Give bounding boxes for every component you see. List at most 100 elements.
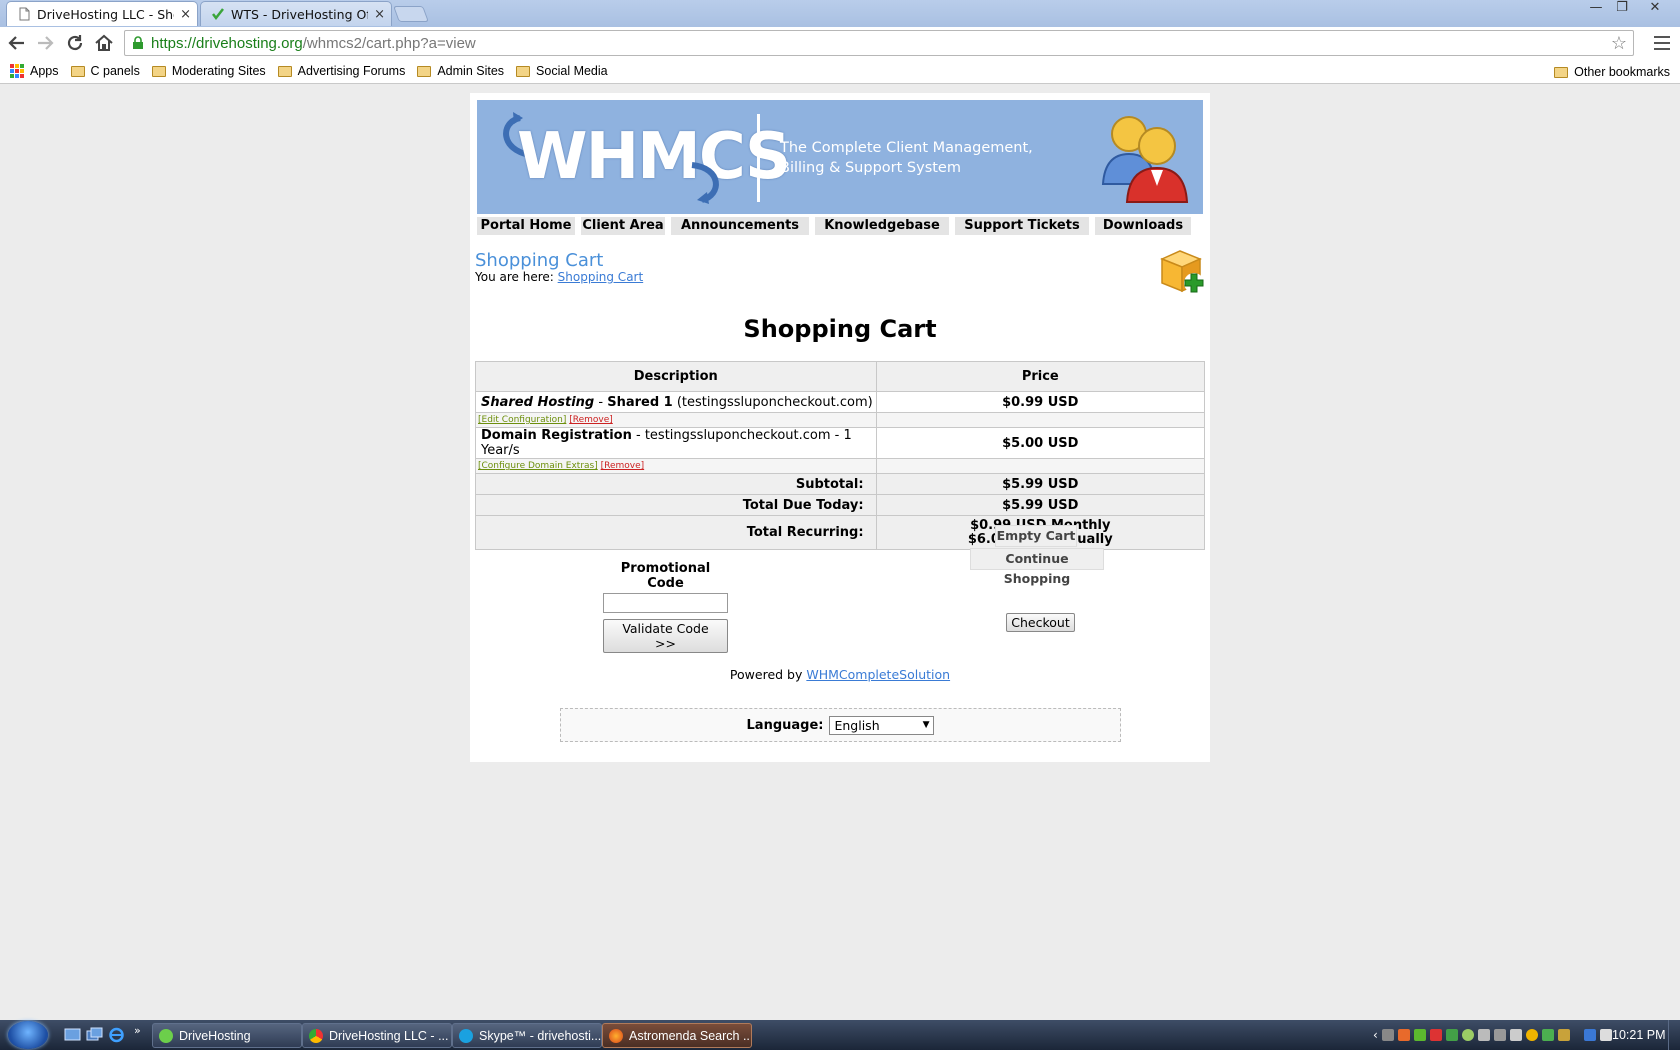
other-bookmarks[interactable]: Other bookmarks <box>1554 65 1670 79</box>
language-select[interactable]: English ▼ <box>829 715 935 735</box>
internet-explorer-icon[interactable] <box>108 1027 125 1043</box>
empty-cart-button[interactable]: Empty Cart <box>995 525 1077 547</box>
continue-shopping-button[interactable]: Continue Shopping <box>970 548 1104 586</box>
users-icon <box>1101 116 1189 203</box>
tagline-line-1: The Complete Client Management, <box>780 140 1033 156</box>
tab-drivehosting-cart[interactable]: DriveHosting LLC - Shopp × <box>6 1 198 26</box>
remove-item-link[interactable]: [Remove] <box>569 415 613 425</box>
nav-announcements[interactable]: Announcements <box>671 217 809 235</box>
tab-wts-drivehosting[interactable]: WTS - DriveHosting Offici × <box>200 1 392 26</box>
tray-icon[interactable] <box>1493 1029 1506 1041</box>
bookmark-label: C panels <box>90 64 140 78</box>
tray-icon[interactable] <box>1541 1029 1554 1041</box>
start-button[interactable] <box>8 1021 48 1049</box>
nav-downloads[interactable]: Downloads <box>1095 217 1191 235</box>
total-due-label: Total Due Today: <box>475 494 877 516</box>
restore-icon[interactable]: ❐ <box>1609 0 1635 18</box>
nav-client-area[interactable]: Client Area <box>581 217 665 235</box>
bookmark-folder-cpanels[interactable]: C panels <box>70 64 140 78</box>
item-name: Shared 1 <box>607 394 673 410</box>
nav-support-tickets[interactable]: Support Tickets <box>955 217 1089 235</box>
tray-icon[interactable] <box>1445 1029 1458 1041</box>
validate-code-button[interactable]: Validate Code >> <box>603 619 728 653</box>
bookmark-folder-advertising[interactable]: Advertising Forums <box>277 64 405 78</box>
bookmark-label: Apps <box>30 64 59 78</box>
bookmark-star-icon[interactable]: ☆ <box>1611 33 1627 54</box>
new-tab-button[interactable] <box>393 6 429 22</box>
taskbar-item-firefox[interactable]: Astromenda Search ... <box>602 1023 752 1048</box>
folder-icon <box>70 65 85 77</box>
bookmark-label: Social Media <box>536 64 608 78</box>
total-recurring-label: Total Recurring: <box>475 515 877 550</box>
tray-icon[interactable] <box>1509 1029 1522 1041</box>
cart-table: Description Price Shared Hosting - Share… <box>475 361 1206 550</box>
volume-icon[interactable] <box>1599 1029 1612 1041</box>
bookmark-folder-admin[interactable]: Admin Sites <box>417 64 504 78</box>
tray-icon[interactable] <box>1381 1029 1394 1041</box>
empty-cell <box>875 412 1206 428</box>
edit-configuration-link[interactable]: [Edit Configuration] <box>478 415 566 425</box>
swirl-arrow-icon <box>691 162 719 204</box>
main-navigation: Portal Home Client Area Announcements Kn… <box>477 217 1203 235</box>
tab-title: DriveHosting LLC - Shopp <box>37 6 174 22</box>
quicklaunch-overflow-icon[interactable]: » <box>134 1024 141 1037</box>
back-arrow-icon[interactable] <box>6 32 28 54</box>
home-icon[interactable] <box>93 32 115 54</box>
taskbar-item-chrome[interactable]: DriveHosting LLC - ... <box>302 1023 452 1048</box>
reload-icon[interactable] <box>64 32 86 54</box>
total-recurring-row: Total Recurring: $0.99 USD Monthly $6.00… <box>475 515 1206 550</box>
task-label: Astromenda Search ... <box>629 1028 752 1043</box>
promo-code-input[interactable] <box>603 593 728 613</box>
tray-icon[interactable] <box>1429 1029 1442 1041</box>
subtotal-value: $5.99 USD <box>875 473 1206 495</box>
bookmark-folder-social[interactable]: Social Media <box>516 64 608 78</box>
app-icon <box>159 1028 173 1043</box>
forward-arrow-icon[interactable] <box>34 32 56 54</box>
switch-windows-icon[interactable] <box>86 1027 103 1043</box>
tray-expand-icon[interactable]: ‹ <box>1373 1028 1378 1042</box>
nav-portal-home[interactable]: Portal Home <box>477 217 575 235</box>
tagline-line-2: Billing & Support System <box>780 160 961 176</box>
minimize-icon[interactable]: — <box>1583 0 1609 18</box>
clock[interactable]: 10:21 PM <box>1612 1028 1666 1042</box>
total-due-row: Total Due Today: $5.99 USD <box>475 494 1206 516</box>
network-icon[interactable] <box>1583 1029 1596 1041</box>
configure-domain-extras-link[interactable]: [Configure Domain Extras] <box>478 461 598 471</box>
close-tab-icon[interactable]: × <box>374 7 385 22</box>
tray-icon[interactable] <box>1461 1029 1474 1041</box>
tray-icon[interactable] <box>1557 1029 1570 1041</box>
show-desktop-icon[interactable] <box>64 1027 81 1043</box>
address-bar[interactable]: https://drivehosting.org/whmcs2/cart.php… <box>124 30 1634 56</box>
chrome-icon <box>309 1028 323 1043</box>
add-to-cart-box-icon <box>1160 250 1204 293</box>
item-description: Domain Registration - testingssluponchec… <box>475 427 877 459</box>
checkout-button[interactable]: Checkout <box>1006 613 1075 632</box>
remove-item-link[interactable]: [Remove] <box>601 461 645 471</box>
url-path: /whmcs2/cart.php?a=view <box>302 34 476 52</box>
powered-by-link[interactable]: WHMCompleteSolution <box>806 667 950 682</box>
item-category: Domain Registration <box>481 428 632 443</box>
system-tray: ‹ <box>1373 1020 1612 1050</box>
folder-icon <box>151 65 166 77</box>
bookmark-folder-moderating[interactable]: Moderating Sites <box>151 64 266 78</box>
browser-toolbar: https://drivehosting.org/whmcs2/cart.php… <box>0 27 1680 59</box>
chrome-menu-icon[interactable] <box>1652 32 1672 54</box>
tray-icon[interactable] <box>1525 1029 1538 1041</box>
nav-knowledgebase[interactable]: Knowledgebase <box>815 217 949 235</box>
taskbar-item-drivehosting[interactable]: DriveHosting <box>152 1023 302 1048</box>
close-tab-icon[interactable]: × <box>180 7 191 22</box>
bookmark-apps[interactable]: Apps <box>10 64 59 78</box>
item-price: $5.00 USD <box>875 427 1206 459</box>
tray-icon[interactable] <box>1413 1029 1426 1041</box>
show-desktop-button[interactable] <box>1668 1020 1680 1050</box>
banner-divider <box>757 114 760 202</box>
tray-icon[interactable] <box>1477 1029 1490 1041</box>
taskbar-item-skype[interactable]: Skype™ - drivehosti... <box>452 1023 602 1048</box>
close-window-icon[interactable]: ✕ <box>1642 0 1668 18</box>
tray-icon[interactable] <box>1397 1029 1410 1041</box>
page-title: Shopping Cart <box>475 250 604 271</box>
folder-icon <box>516 65 531 77</box>
table-header-row: Description Price <box>475 361 1206 392</box>
breadcrumb-link[interactable]: Shopping Cart <box>558 270 644 284</box>
table-row: Shared Hosting - Shared 1 (testingsslupo… <box>475 391 1206 413</box>
